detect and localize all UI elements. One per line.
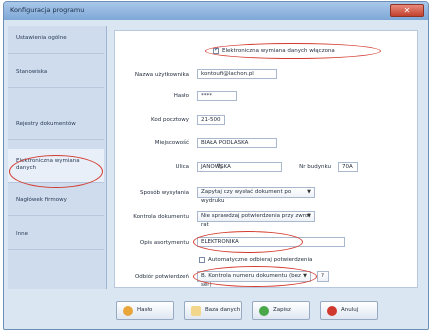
street-label: Ulica [175, 164, 189, 170]
database-button[interactable]: Baza danych [184, 301, 242, 320]
cancel-button-label: Anuluj [341, 307, 359, 313]
password-input[interactable]: **** [197, 91, 237, 101]
chevron-down-icon: ▼ [307, 189, 311, 195]
receive-extra-button[interactable]: ? [317, 271, 329, 282]
cancel-icon [327, 306, 337, 316]
highlight-ring [9, 155, 103, 188]
help-button[interactable]: Hasło [116, 301, 174, 320]
auto-receive-checkbox[interactable] [199, 257, 205, 263]
postal-label: Kod pocztowy [151, 117, 189, 123]
config-window: Konfiguracja programu ✕ Ustawienia ogóln… [3, 1, 429, 330]
auto-receive-label: Automatyczne odbieraj potwierdzenia [208, 257, 313, 263]
sidebar-item-label: Ustawienia ogólne [16, 35, 67, 41]
control-select[interactable]: Nie sprawdzaj potwierdzenia przy zwrot r… [197, 211, 315, 228]
key-icon [123, 306, 133, 316]
highlight-ring [205, 43, 381, 59]
settings-panel: ✓ Elektroniczna wymiana danych włączona … [114, 30, 418, 288]
control-label: Kontrola dokumentu [133, 214, 189, 220]
sidebar-item-label: Stanowiska [16, 69, 48, 75]
sidebar-item-registers[interactable]: Rejestry dokumentów [8, 112, 104, 140]
save-button[interactable]: Zapisz [252, 301, 310, 320]
chevron-down-icon: ▼ [307, 213, 311, 219]
assortment-label: Opis asortymentu [139, 240, 189, 246]
close-icon: ✕ [403, 6, 411, 15]
window-title: Konfiguracja programu [10, 6, 85, 14]
receive-label: Odbiór potwierdzeń [134, 274, 189, 280]
sidebar-item-label: Nagłówek firmowy [16, 197, 67, 203]
sidebar-item-general[interactable]: Ustawienia ogólne [8, 26, 104, 54]
building-input[interactable]: 70A [338, 162, 358, 172]
sidebar-item-stations[interactable]: Stanowiska [8, 60, 104, 88]
cancel-button[interactable]: Anuluj [320, 301, 378, 320]
city-input[interactable]: BIAŁA PODLASKA [197, 138, 277, 148]
title-bar[interactable]: Konfiguracja programu ✕ [4, 2, 428, 20]
mouse-cursor-icon: ⇖ [216, 162, 224, 172]
building-label: Nr budynku [299, 164, 331, 170]
highlight-ring [193, 266, 317, 287]
button-bar: Hasło Baza danych Zapisz Anuluj [8, 294, 424, 327]
help-button-label: Hasło [137, 307, 153, 313]
postal-input[interactable]: 21-500 [197, 115, 225, 125]
control-value: Nie sprawdzaj potwierdzenia przy zwrot r… [201, 213, 311, 228]
street-input[interactable]: JANOWSKA [197, 162, 282, 172]
city-label: Miejscowość [154, 140, 189, 146]
send-mode-select[interactable]: Zapytaj czy wysłać dokument po wydruku ▼ [197, 187, 315, 204]
password-label: Hasło [173, 93, 189, 99]
user-input[interactable]: kontoufi@lachon.pl [197, 69, 277, 79]
send-mode-value: Zapytaj czy wysłać dokument po wydruku [201, 189, 292, 204]
database-icon [191, 306, 201, 316]
database-button-label: Baza danych [205, 307, 241, 313]
send-mode-label: Sposób wysyłania [139, 190, 189, 196]
user-label: Nazwa użytkownika [134, 72, 189, 78]
save-button-label: Zapisz [273, 307, 291, 313]
checkmark-icon [259, 306, 269, 316]
highlight-ring [193, 231, 303, 253]
sidebar-item-other[interactable]: Inne [8, 222, 104, 250]
sidebar-item-label: Rejestry dokumentów [16, 121, 76, 127]
sidebar-item-label: Inne [16, 231, 28, 237]
close-button[interactable]: ✕ [390, 4, 424, 17]
sidebar-item-header[interactable]: Nagłówek firmowy [8, 188, 104, 216]
